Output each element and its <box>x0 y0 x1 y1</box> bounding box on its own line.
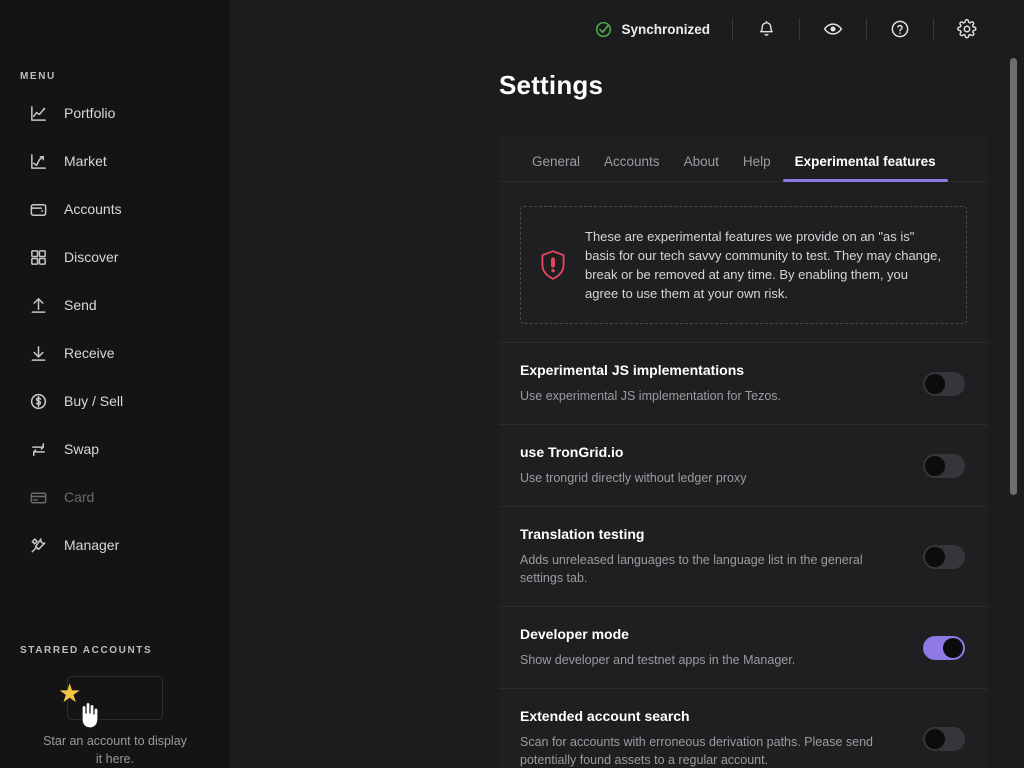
feature-title: Translation testing <box>520 526 645 542</box>
starred-accounts-section: STARRED ACCOUNTS ★ Star an account to di… <box>0 645 230 768</box>
sidebar-item-label: Portfolio <box>64 105 116 121</box>
sidebar-item-label: Market <box>64 153 107 169</box>
sidebar-item-swap[interactable]: Swap <box>0 434 230 464</box>
gear-icon[interactable] <box>956 18 978 40</box>
sidebar-item-manager[interactable]: Manager <box>0 530 230 560</box>
sidebar-item-label: Discover <box>64 249 119 265</box>
toggle-developer-mode[interactable] <box>923 635 965 660</box>
starred-accounts-label: STARRED ACCOUNTS <box>20 645 153 656</box>
scrollbar-thumb[interactable] <box>1010 58 1017 495</box>
feature-row-experimental-js: Experimental JS implementations Use expe… <box>499 342 988 424</box>
sync-status-label: Synchronized <box>621 21 710 37</box>
toggle-knob <box>925 728 945 749</box>
tools-wrench-icon <box>28 535 48 555</box>
feature-text: Experimental JS implementations Use expe… <box>520 362 781 405</box>
sidebar-item-label: Accounts <box>64 201 122 217</box>
sidebar-item-card: Card <box>0 482 230 512</box>
toggle-experimental-js[interactable] <box>923 371 965 396</box>
sidebar-menu-label: MENU <box>20 71 56 82</box>
sidebar-item-portfolio[interactable]: Portfolio <box>0 98 230 128</box>
pointer-hand-icon <box>81 701 99 729</box>
sidebar-item-market[interactable]: Market <box>0 146 230 176</box>
topbar-divider <box>866 18 867 40</box>
credit-card-icon <box>28 487 48 507</box>
market-trend-icon <box>28 151 48 171</box>
tab-help[interactable]: Help <box>731 154 783 181</box>
toggle-extended-account-search[interactable] <box>923 726 965 751</box>
feature-description: Adds unreleased languages to the languag… <box>520 553 863 585</box>
sidebar-nav: Portfolio Market Accounts Discover Send … <box>0 98 230 578</box>
shield-warning-icon <box>541 250 565 280</box>
topbar-divider <box>799 18 800 40</box>
tab-accounts[interactable]: Accounts <box>592 154 672 181</box>
feature-row-translation-testing: Translation testing Adds unreleased lang… <box>499 506 988 606</box>
topbar-divider <box>933 18 934 40</box>
feature-title: use TronGrid.io <box>520 444 624 460</box>
sidebar-item-buy-sell[interactable]: Buy / Sell <box>0 386 230 416</box>
starred-accounts-hint: Star an account to display it here. <box>43 734 187 766</box>
sidebar-item-accounts[interactable]: Accounts <box>0 194 230 224</box>
page-title: Settings <box>499 70 604 100</box>
feature-text: Developer mode Show developer and testne… <box>520 626 795 669</box>
feature-row-extended-account-search: Extended account search Scan for account… <box>499 688 988 768</box>
topbar-divider <box>732 18 733 40</box>
feature-title: Experimental JS implementations <box>520 362 745 378</box>
topbar: Synchronized <box>230 0 1024 58</box>
eye-icon[interactable] <box>822 18 844 40</box>
arrow-up-send-icon <box>28 295 48 315</box>
feature-text: Extended account search Scan for account… <box>520 708 899 768</box>
sidebar-item-discover[interactable]: Discover <box>0 242 230 272</box>
experimental-warning-banner: These are experimental features we provi… <box>520 206 967 324</box>
tab-about[interactable]: About <box>672 154 731 181</box>
feature-row-trongrid: use TronGrid.io Use trongrid directly wi… <box>499 424 988 506</box>
toggle-knob <box>925 455 945 476</box>
feature-rows: Experimental JS implementations Use expe… <box>499 342 988 768</box>
sync-check-icon <box>596 21 612 37</box>
tab-experimental-features[interactable]: Experimental features <box>782 154 948 182</box>
sidebar-item-label: Receive <box>64 345 115 361</box>
sidebar-item-label: Manager <box>64 537 120 553</box>
feature-description: Scan for accounts with erroneous derivat… <box>520 735 873 767</box>
feature-title: Developer mode <box>520 626 629 642</box>
sync-status[interactable]: Synchronized <box>595 21 710 38</box>
settings-card: General Accounts About Help Experimental… <box>499 136 988 768</box>
sidebar-item-label: Swap <box>64 441 100 457</box>
toggle-knob <box>925 546 945 567</box>
feature-description: Show developer and testnet apps in the M… <box>520 653 796 667</box>
toggle-knob <box>925 373 945 394</box>
feature-row-developer-mode: Developer mode Show developer and testne… <box>499 606 988 688</box>
dollar-circle-icon <box>28 391 48 411</box>
swap-arrows-icon <box>28 439 48 459</box>
starred-placeholder: ★ <box>0 670 230 729</box>
experimental-warning-text: These are experimental features we provi… <box>585 229 941 301</box>
toggle-knob <box>943 637 963 658</box>
arrow-down-receive-icon <box>28 343 48 363</box>
grid-apps-icon <box>28 247 48 267</box>
sidebar-item-label: Card <box>64 489 95 505</box>
page-scrollbar[interactable] <box>1006 0 1020 768</box>
feature-description: Use trongrid directly without ledger pro… <box>520 471 747 485</box>
wallet-icon <box>28 199 48 219</box>
help-circle-icon[interactable] <box>889 18 911 40</box>
sidebar-item-label: Buy / Sell <box>64 393 124 409</box>
app-root: MENU Portfolio Market Accounts Discover … <box>0 0 1024 768</box>
tab-general[interactable]: General <box>520 154 592 181</box>
feature-title: Extended account search <box>520 708 690 724</box>
feature-text: Translation testing Adds unreleased lang… <box>520 526 899 587</box>
feature-description: Use experimental JS implementation for T… <box>520 389 781 403</box>
feature-text: use TronGrid.io Use trongrid directly wi… <box>520 444 747 487</box>
portfolio-chart-icon <box>28 103 48 123</box>
main-content: Synchronized Settings General Accounts A… <box>230 0 1024 768</box>
sidebar-item-receive[interactable]: Receive <box>0 338 230 368</box>
bell-icon[interactable] <box>755 18 777 40</box>
sidebar-item-label: Send <box>64 297 97 313</box>
sidebar: MENU Portfolio Market Accounts Discover … <box>0 0 230 768</box>
toggle-trongrid[interactable] <box>923 453 965 478</box>
toggle-translation-testing[interactable] <box>923 544 965 569</box>
settings-tabs: General Accounts About Help Experimental… <box>499 136 988 182</box>
sidebar-item-send[interactable]: Send <box>0 290 230 320</box>
